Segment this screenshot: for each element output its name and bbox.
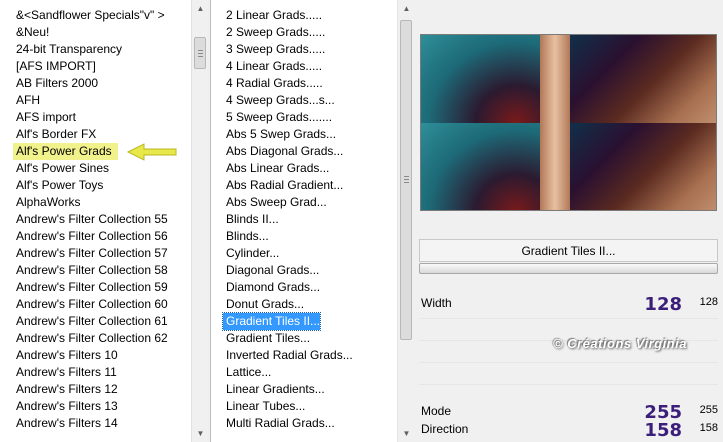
filter-category-item[interactable]: Andrew's Filter Collection 59 xyxy=(13,279,168,296)
scroll-down-arrow-icon[interactable]: ▼ xyxy=(192,425,209,442)
divider xyxy=(419,318,718,319)
filter-item[interactable]: Inverted Radial Grads... xyxy=(223,347,353,364)
scroll-down-arrow-icon[interactable]: ▼ xyxy=(398,425,415,442)
filter-item[interactable]: Gradient Tiles... xyxy=(223,330,353,347)
category-scrollbar[interactable]: ▲ ▼ xyxy=(191,0,208,442)
scroll-up-arrow-icon[interactable]: ▲ xyxy=(398,0,415,17)
filter-progress-slider[interactable] xyxy=(419,263,718,274)
filter-category-panel: &<Sandflower Specials"v" > &Neu! 24-bit Tr… xyxy=(0,0,208,442)
filter-item[interactable]: Cylinder... xyxy=(223,245,353,262)
filter-category-item[interactable]: [AFS IMPORT] xyxy=(13,58,168,75)
filter-category-item[interactable]: Andrew's Filter Collection 55 xyxy=(13,211,168,228)
filter-category-item[interactable]: Andrew's Filter Collection 56 xyxy=(13,228,168,245)
filter-item[interactable]: 3 Sweep Grads..... xyxy=(223,41,353,58)
scrollbar-thumb[interactable] xyxy=(400,20,412,340)
filter-category-item[interactable]: Alf's Power Toys xyxy=(13,177,168,194)
filter-scrollbar[interactable]: ▲ ▼ xyxy=(397,0,414,442)
filter-category-item[interactable]: Andrew's Filters 14 xyxy=(13,415,168,432)
param-value-large: 128 xyxy=(644,294,682,315)
filter-category-item[interactable]: Andrew's Filter Collection 58 xyxy=(13,262,168,279)
param-value-small: 128 xyxy=(699,296,718,308)
divider xyxy=(419,384,718,385)
scroll-up-arrow-icon[interactable]: ▲ xyxy=(192,0,209,17)
param-value-large: 158 xyxy=(644,420,682,441)
filter-list: 2 Linear Grads..... 2 Sweep Grads..... 3 S… xyxy=(221,7,353,432)
filter-category-item[interactable]: Andrew's Filter Collection 62 xyxy=(13,330,168,347)
filter-category-item[interactable]: Alf's Power Grads xyxy=(13,143,118,160)
filter-item[interactable]: Abs Linear Grads... xyxy=(223,160,353,177)
filter-item[interactable]: Abs Diagonal Grads... xyxy=(223,143,353,160)
filter-category-list: &<Sandflower Specials"v" > &Neu! 24-bit Tr… xyxy=(13,7,168,432)
filter-item[interactable]: Abs Radial Gradient... xyxy=(223,177,353,194)
param-label: Width xyxy=(421,296,452,310)
filter-item[interactable]: Linear Gradients... xyxy=(223,381,353,398)
filter-category-item[interactable]: &<Sandflower Specials"v" > xyxy=(13,7,168,24)
filter-category-item[interactable]: AFH xyxy=(13,92,168,109)
param-value-small: 158 xyxy=(699,422,718,434)
filter-item[interactable]: 4 Sweep Grads...s... xyxy=(223,92,353,109)
filter-category-item[interactable]: Andrew's Filters 10 xyxy=(13,347,168,364)
filter-item[interactable]: Diamond Grads... xyxy=(223,279,353,296)
filter-item[interactable]: Diagonal Grads... xyxy=(223,262,353,279)
filter-category-item[interactable]: Andrew's Filters 12 xyxy=(13,381,168,398)
filter-item[interactable]: 5 Sweep Grads....... xyxy=(223,109,353,126)
filter-category-item[interactable]: AB Filters 2000 xyxy=(13,75,168,92)
filter-item[interactable]: 4 Radial Grads..... xyxy=(223,75,353,92)
filter-category-item[interactable]: 24-bit Transparency xyxy=(13,41,168,58)
filter-category-item[interactable]: Alf's Border FX xyxy=(13,126,168,143)
filter-category-item[interactable]: Alf's Power Sines xyxy=(13,160,168,177)
param-value-small: 255 xyxy=(699,404,718,416)
filter-item[interactable]: Blinds... xyxy=(223,228,353,245)
filter-category-item[interactable]: Andrew's Filter Collection 61 xyxy=(13,313,168,330)
filter-item[interactable]: 2 Sweep Grads..... xyxy=(223,24,353,41)
filter-preview-image xyxy=(420,34,717,211)
filter-item[interactable]: Gradient Tiles II... xyxy=(221,312,322,331)
filter-item[interactable]: Lattice... xyxy=(223,364,353,381)
filter-category-item[interactable]: Andrew's Filters 11 xyxy=(13,364,168,381)
filter-item[interactable]: Linear Tubes... xyxy=(223,398,353,415)
filter-category-item[interactable]: AFS import xyxy=(13,109,168,126)
filter-list-panel: 2 Linear Grads..... 2 Sweep Grads..... 3 S… xyxy=(210,0,414,442)
param-width-row[interactable]: Width 128 128 xyxy=(419,294,718,315)
filter-item[interactable]: 4 Linear Grads..... xyxy=(223,58,353,75)
filter-item[interactable]: 2 Linear Grads..... xyxy=(223,7,353,24)
watermark-text: © Créations Virginia xyxy=(553,336,687,351)
filter-category-item[interactable]: &Neu! xyxy=(13,24,168,41)
param-label: Direction xyxy=(421,422,469,436)
filter-title: Gradient Tiles II... xyxy=(419,239,718,262)
filter-item[interactable]: Multi Radial Grads... xyxy=(223,415,353,432)
scrollbar-thumb[interactable] xyxy=(194,37,206,69)
param-label: Mode xyxy=(421,404,452,418)
filter-item[interactable]: Abs Sweep Grad... xyxy=(223,194,353,211)
divider xyxy=(419,362,718,363)
filter-category-item[interactable]: Andrew's Filter Collection 60 xyxy=(13,296,168,313)
left-pointing-arrow-icon xyxy=(126,143,177,161)
filter-category-item[interactable]: Andrew's Filter Collection 57 xyxy=(13,245,168,262)
filter-item[interactable]: Donut Grads... xyxy=(223,296,353,313)
filter-category-item[interactable]: Andrew's Filters 13 xyxy=(13,398,168,415)
filter-item[interactable]: Abs 5 Swep Grads... xyxy=(223,126,353,143)
filter-item[interactable]: Blinds II... xyxy=(223,211,353,228)
filter-category-item[interactable]: AlphaWorks xyxy=(13,194,168,211)
param-direction-row[interactable]: Direction 158 158 xyxy=(419,420,718,441)
